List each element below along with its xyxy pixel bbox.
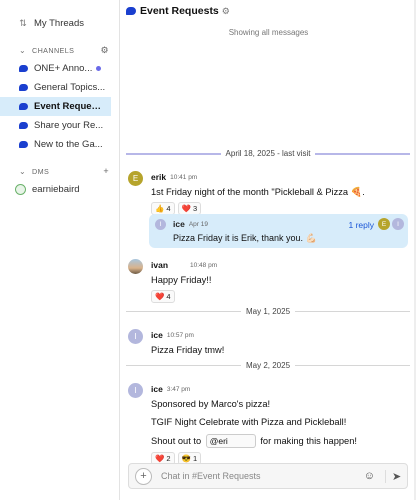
dm-label: earniebaird <box>32 184 80 195</box>
thread-reply-preview[interactable]: I ice Apr 19 Pizza Friday it is Erik, th… <box>149 214 408 248</box>
timestamp[interactable]: 10:41 pm <box>170 174 197 181</box>
username[interactable]: ice <box>151 384 163 394</box>
user-mention[interactable]: @eri <box>205 434 256 448</box>
channel-label: Share your Re... <box>34 120 104 131</box>
chevron-down-icon[interactable]: ⌄ <box>19 167 28 176</box>
dms-section-header[interactable]: ⌄ DMS + <box>0 162 119 180</box>
sidebar: ⇅ My Threads ⌄ CHANNELS ⚙ ONE+ Anno... G… <box>0 0 120 500</box>
sidebar-item-share-your-re[interactable]: Share your Re... <box>0 116 119 135</box>
avatar[interactable]: I <box>128 329 143 344</box>
message-text: TGIF Night Celebrate with Pizza and Pick… <box>151 417 347 427</box>
send-icon[interactable]: ➤ <box>385 469 401 483</box>
timestamp[interactable]: 3:47 pm <box>167 386 191 393</box>
sidebar-item-event-requests[interactable]: Event Requests <box>0 97 111 116</box>
sidebar-item-general-topics[interactable]: General Topics... <box>0 78 119 97</box>
chat-bubble-icon <box>18 140 28 148</box>
message: I ice 10:57 pm Pizza Friday tmw! <box>128 329 408 356</box>
sidebar-item-dm-earniebaird[interactable]: earniebaird <box>0 180 119 199</box>
reaction-heart[interactable]: ❤️ 4 <box>151 290 175 303</box>
message-composer: + ☺ ➤ <box>128 463 408 489</box>
message-input[interactable] <box>161 471 364 481</box>
avatar[interactable]: I <box>128 383 143 398</box>
dms-header-label: DMS <box>32 166 50 176</box>
chat-bubble-icon <box>18 121 28 129</box>
channels-section-header[interactable]: ⌄ CHANNELS ⚙ <box>0 41 119 59</box>
channel-header: Event Requests ⚙ <box>121 0 416 22</box>
message: I ice 3:47 pm Sponsored by Marco's pizza… <box>128 383 408 465</box>
sidebar-item-one-announcements[interactable]: ONE+ Anno... <box>0 59 119 78</box>
gear-icon[interactable]: ⚙ <box>222 6 230 17</box>
chevron-down-icon[interactable]: ⌄ <box>19 46 28 55</box>
timestamp: Apr 19 <box>188 220 208 228</box>
chat-bubble-icon <box>18 102 28 110</box>
chat-bubble-icon <box>18 83 28 91</box>
date-divider: May 2, 2025 <box>126 361 410 370</box>
channels-header-label: CHANNELS <box>32 45 75 55</box>
divider-label: May 1, 2025 <box>245 307 291 316</box>
plus-icon[interactable]: + <box>135 467 152 485</box>
divider-label: May 2, 2025 <box>245 361 291 370</box>
reply-text: Pizza Friday it is Erik, thank you. 💪🏻 <box>173 233 317 243</box>
showing-all-messages: Showing all messages <box>228 28 309 37</box>
message: ivan 10:48 pm Happy Friday!! ❤️ 4 <box>128 259 408 303</box>
channel-label: ONE+ Anno... <box>34 63 93 74</box>
channel-label: General Topics... <box>34 82 106 93</box>
message-text: 1st Friday night of the month "Picklebal… <box>151 187 365 197</box>
plus-icon[interactable]: + <box>103 166 109 176</box>
avatar: E <box>378 218 390 230</box>
channel-label: Event Requests <box>34 101 105 112</box>
timestamp[interactable]: 10:57 pm <box>167 332 194 339</box>
threads-icon: ⇅ <box>19 18 27 28</box>
unread-indicator <box>96 66 101 71</box>
date-divider: May 1, 2025 <box>126 307 410 316</box>
gear-icon[interactable]: ⚙ <box>101 45 109 56</box>
replies-link[interactable]: 1 reply <box>348 220 374 230</box>
chat-bubble-icon <box>18 64 28 72</box>
avatar[interactable]: E <box>128 171 143 186</box>
username: ice <box>173 219 185 229</box>
avatar[interactable] <box>128 259 143 274</box>
avatar: I <box>155 219 166 230</box>
chat-panel: Event Requests ⚙ Showing all messages Ap… <box>121 0 416 500</box>
username[interactable]: ice <box>151 330 163 340</box>
avatar: I <box>392 218 404 230</box>
message: E erik 10:41 pm 1st Friday night of the … <box>128 171 408 215</box>
last-visit-divider: April 18, 2025 - last visit <box>126 149 410 158</box>
divider-label: April 18, 2025 - last visit <box>225 149 311 158</box>
my-threads-link[interactable]: ⇅ My Threads <box>0 14 119 33</box>
chat-bubble-icon <box>126 7 136 15</box>
message-text: Sponsored by Marco's pizza! <box>151 399 271 409</box>
avatar <box>15 184 26 195</box>
message-text: Shout out to @eri for making this happen… <box>151 434 357 448</box>
channel-label: New to the Ga... <box>34 139 103 150</box>
my-threads-label: My Threads <box>34 18 84 29</box>
page-title: Event Requests <box>140 5 219 17</box>
timestamp[interactable]: 10:48 pm <box>190 262 217 269</box>
message-text: Pizza Friday tmw! <box>151 345 225 355</box>
sidebar-item-new-to-the-game[interactable]: New to the Ga... <box>0 135 119 154</box>
emoji-icon[interactable]: ☺ <box>364 470 375 482</box>
username[interactable]: ivan <box>151 260 168 270</box>
message-text: Happy Friday!! <box>151 275 212 285</box>
username[interactable]: erik <box>151 172 166 182</box>
